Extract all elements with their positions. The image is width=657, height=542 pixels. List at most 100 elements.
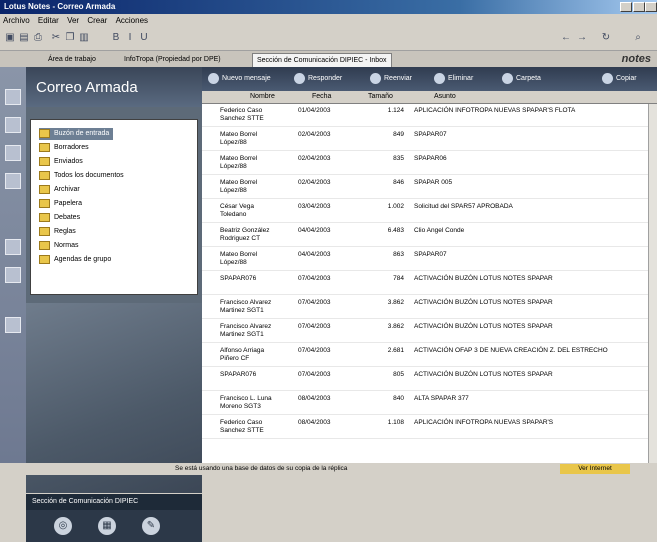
title-bar: Lotus Notes - Correo Armada xyxy=(0,0,657,14)
search-icon[interactable]: ⌕ xyxy=(632,32,644,44)
underline-icon[interactable]: U xyxy=(138,32,150,44)
message-subject: SPAPAR06 xyxy=(414,155,447,162)
close-button[interactable] xyxy=(645,2,657,12)
bookmark-bar xyxy=(0,67,26,475)
message-subject: APLICACIÓN INFOTROPA NUEVAS SPAPAR'S FLO… xyxy=(414,107,576,114)
folder-list: Buzón de entrada Borradores Enviados Tod… xyxy=(30,119,198,295)
column-from[interactable]: Nombre xyxy=(250,91,275,103)
message-row[interactable]: Francisco Alvarez Martinez SGT1 07/04/200… xyxy=(202,320,657,343)
envelope-icon xyxy=(208,72,219,84)
message-from: SPAPAR076 xyxy=(220,371,257,378)
maximize-button[interactable] xyxy=(633,2,645,12)
globe-icon[interactable]: ◎ xyxy=(54,517,72,535)
tab-workspace[interactable]: Área de trabajo xyxy=(44,53,100,66)
message-row[interactable]: Francisco L. Luna Moreno SGT3 08/04/2003 8… xyxy=(202,392,657,415)
action-label: Copiar xyxy=(616,75,637,82)
save-icon[interactable]: ▤ xyxy=(18,32,30,44)
column-size[interactable]: Tamaño xyxy=(368,91,393,103)
message-row[interactable]: Federico Caso Sanchez STTE 08/04/2003 1.10… xyxy=(202,416,657,439)
message-row[interactable]: Mateo Borrel López/88 04/04/2003 863 SPAPAR… xyxy=(202,248,657,271)
message-row[interactable]: César Vega Toledano 03/04/2003 1.002 Solici… xyxy=(202,200,657,223)
delete-button[interactable]: Eliminar xyxy=(434,72,473,86)
message-subject: Clio Angel Conde xyxy=(414,227,465,234)
calendar-bookmark-icon[interactable] xyxy=(5,117,21,133)
message-size: 805 xyxy=(393,371,404,378)
mail-bookmark-icon[interactable] xyxy=(5,89,21,105)
action-label: Responder xyxy=(308,75,343,82)
folder-group-calendars[interactable]: Agendas de grupo xyxy=(39,254,111,266)
message-row[interactable]: Alfonso Arriaga Piñero CF 07/04/2003 2.681… xyxy=(202,344,657,367)
message-row[interactable]: Beatriz González Rodriguez CT 04/04/2003 6… xyxy=(202,224,657,247)
sidebar-footer: Sección de Comunicación DIPIEC xyxy=(26,494,202,510)
column-date[interactable]: Fecha xyxy=(312,91,331,103)
folder-norms[interactable]: Normas xyxy=(39,240,79,252)
copy-button[interactable]: Copiar xyxy=(602,72,637,86)
menu-actions[interactable]: Acciones xyxy=(113,14,151,28)
message-from: Alfonso Arriaga Piñero CF xyxy=(220,347,265,362)
status-message: Se está usando una base de datos de su c… xyxy=(175,465,348,472)
message-size: 849 xyxy=(393,131,404,138)
drafts-icon xyxy=(39,142,50,152)
folder-label: Normas xyxy=(54,242,79,249)
message-row[interactable]: Mateo Borrel López/88 02/04/2003 846 SPAPAR… xyxy=(202,176,657,199)
bold-icon[interactable]: B xyxy=(110,32,122,44)
column-header: Nombre Fecha Tamaño Asunto xyxy=(202,91,657,104)
italic-icon[interactable]: I xyxy=(124,32,136,44)
tab-infotropa[interactable]: InfoTropa (Propiedad por DPE) xyxy=(120,53,225,66)
vertical-scrollbar[interactable] xyxy=(648,104,657,464)
folder-inbox[interactable]: Buzón de entrada xyxy=(39,128,114,140)
tab-inbox[interactable]: Sección de Comunicación DIPIEC - Inbox xyxy=(252,53,392,67)
reply-button[interactable]: Responder xyxy=(294,72,342,86)
message-subject: ALTA SPAPAR 377 xyxy=(414,395,469,402)
message-size: 863 xyxy=(393,251,404,258)
inbox-icon xyxy=(39,128,50,138)
copy-icon[interactable]: ❐ xyxy=(64,32,76,44)
refresh-icon[interactable]: ↻ xyxy=(600,32,612,44)
folder-all-documents[interactable]: Todos los documentos xyxy=(39,170,124,182)
message-row[interactable]: SPAPAR076 07/04/2003 805 ACTIVACIÓN BUZÓN L… xyxy=(202,368,657,391)
message-row[interactable]: Francisco Alvarez Martinez SGT1 07/04/200… xyxy=(202,296,657,319)
folder-rules[interactable]: Reglas xyxy=(39,226,76,238)
folder-archive[interactable]: Archivar xyxy=(39,184,80,196)
new-icon[interactable]: ▣ xyxy=(4,32,16,44)
folder-discussions[interactable]: Debates xyxy=(39,212,80,224)
databases-bookmark-icon[interactable] xyxy=(5,239,21,255)
column-subject[interactable]: Asunto xyxy=(434,91,456,103)
forward-icon[interactable]: → xyxy=(576,32,588,44)
message-from: Mateo Borrel López/88 xyxy=(220,179,258,194)
menu-view[interactable]: Ver xyxy=(64,14,82,28)
web-bookmark-icon[interactable] xyxy=(5,267,21,283)
grid-icon[interactable]: ▦ xyxy=(98,517,116,535)
message-date: 07/04/2003 xyxy=(298,347,331,354)
message-list: Nombre Fecha Tamaño Asunto Federico Caso… xyxy=(202,91,657,475)
message-row[interactable]: Mateo Borrel López/88 02/04/2003 849 SPAPAR… xyxy=(202,128,657,151)
message-subject: APLICACIÓN INFOTROPA NUEVAS SPAPAR'S xyxy=(414,419,554,426)
back-icon[interactable]: ← xyxy=(560,32,572,44)
message-size: 840 xyxy=(393,395,404,402)
message-size: 3.862 xyxy=(387,323,404,330)
menu-create[interactable]: Crear xyxy=(84,14,110,28)
print-icon[interactable]: ⎙ xyxy=(32,32,44,44)
menu-edit[interactable]: Editar xyxy=(35,14,62,28)
cut-icon[interactable]: ✂ xyxy=(50,32,62,44)
new-message-button[interactable]: Nuevo mensaje xyxy=(208,72,271,86)
folder-trash[interactable]: Papelera xyxy=(39,198,82,210)
todo-bookmark-icon[interactable] xyxy=(5,173,21,189)
replication-bookmark-icon[interactable] xyxy=(5,317,21,333)
paste-icon[interactable]: ▥ xyxy=(78,32,90,44)
message-row[interactable]: Mateo Borrel López/88 02/04/2003 835 SPAPAR… xyxy=(202,152,657,175)
contacts-bookmark-icon[interactable] xyxy=(5,145,21,161)
folder-drafts[interactable]: Borradores xyxy=(39,142,89,154)
message-row[interactable]: Federico Caso Sanchez STTE 01/04/2003 1.12… xyxy=(202,104,657,127)
minimize-button[interactable] xyxy=(620,2,632,12)
menu-file[interactable]: Archivo xyxy=(0,14,33,28)
message-from: Beatriz González Rodriguez CT xyxy=(220,227,270,242)
sidebar-icon-bar: ◎ ▦ ✎ xyxy=(26,510,202,542)
folder-button[interactable]: Carpeta xyxy=(502,72,541,86)
folder-sent[interactable]: Enviados xyxy=(39,156,83,168)
status-bar: Se está usando una base de datos de su c… xyxy=(0,463,657,475)
forward-button[interactable]: Reenviar xyxy=(370,72,412,86)
message-row[interactable]: SPAPAR076 07/04/2003 784 ACTIVACIÓN BUZÓN L… xyxy=(202,272,657,295)
tool-icon[interactable]: ✎ xyxy=(142,517,160,535)
location-indicator[interactable]: Ver Internet xyxy=(560,464,630,474)
